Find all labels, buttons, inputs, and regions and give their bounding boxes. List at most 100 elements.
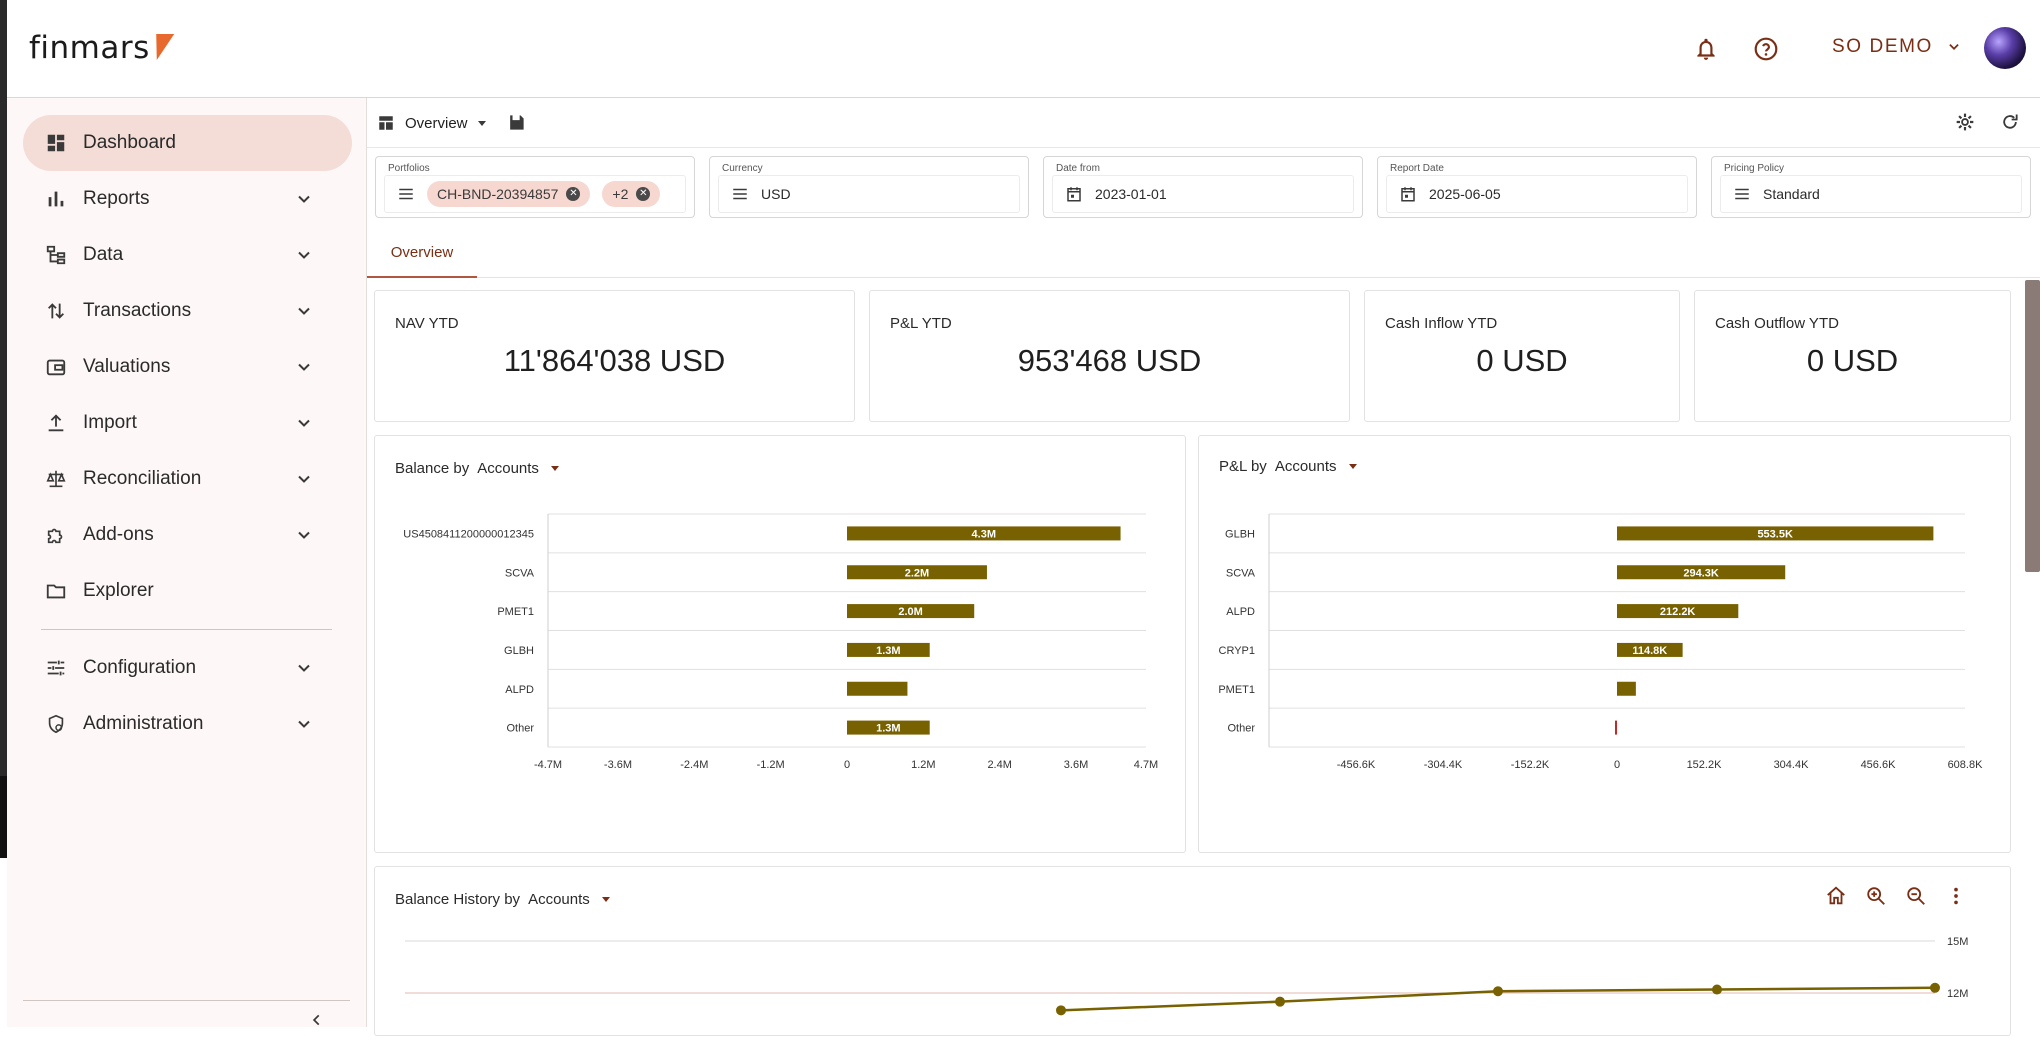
window-edge xyxy=(0,0,7,858)
pricing-policy-value: Standard xyxy=(1763,186,1820,202)
sidebar-item-explorer[interactable]: Explorer xyxy=(23,563,352,619)
help-icon[interactable] xyxy=(1753,36,1779,62)
data-label: 2.2M xyxy=(905,567,929,579)
sidebar-item-transactions[interactable]: Transactions xyxy=(23,283,352,339)
currency-field[interactable]: USD xyxy=(718,175,1020,213)
menu-icon[interactable] xyxy=(1733,185,1751,203)
x-tick-label: -456.6K xyxy=(1337,759,1376,771)
sidebar-item-label: Reconciliation xyxy=(83,468,202,489)
x-tick-label: -304.4K xyxy=(1424,759,1463,771)
date-from-field[interactable]: 2023-01-01 xyxy=(1052,175,1354,213)
layout-selector[interactable]: Overview xyxy=(377,114,486,132)
upload-icon xyxy=(48,414,64,432)
data-label: 212.2K xyxy=(1660,606,1696,618)
kpi-label: Cash Inflow YTD xyxy=(1385,315,1498,332)
user-menu-button[interactable]: SO DEMO xyxy=(1832,36,1961,58)
x-tick-label: 608.8K xyxy=(1948,759,1984,771)
category-label: ALPD xyxy=(505,684,534,696)
close-icon[interactable]: ✕ xyxy=(566,187,581,201)
report-date-filter[interactable]: Report Date 2025-06-05 xyxy=(1377,156,1697,218)
currency-label: Currency xyxy=(722,163,763,174)
pricing-policy-field[interactable]: Standard xyxy=(1720,175,2022,213)
data-point xyxy=(1056,1005,1066,1016)
caret-down-icon xyxy=(477,120,486,126)
x-tick-label: 456.6K xyxy=(1861,759,1897,771)
sidebar-item-label: Add-ons xyxy=(83,524,154,545)
data-label: 294.3K xyxy=(1683,567,1719,579)
data-label: 1.3M xyxy=(876,645,900,657)
pricing-policy-label: Pricing Policy xyxy=(1724,163,1785,174)
y-tick-label: 12M xyxy=(1947,988,1968,1000)
more-portfolios-chip[interactable]: +2 ✕ xyxy=(602,181,661,207)
currency-value: USD xyxy=(761,186,791,202)
kpi-label: Cash Outflow YTD xyxy=(1715,315,1839,332)
balance-history-line-chart: 15M 12M xyxy=(405,936,1968,1016)
data-label: 114.8K xyxy=(1632,645,1667,657)
kpi-label: NAV YTD xyxy=(395,315,459,332)
report-date-field[interactable]: 2025-06-05 xyxy=(1386,175,1688,213)
top-bar: finmars SO DEMO xyxy=(7,0,2040,98)
bell-icon[interactable] xyxy=(1693,36,1719,62)
dashboard-toolbar: Overview xyxy=(367,98,2040,148)
data-label: 4.3M xyxy=(972,528,996,540)
layout-icon xyxy=(379,116,393,130)
puzzle-icon xyxy=(47,528,63,544)
collapse-sidebar-icon[interactable] xyxy=(310,1013,324,1027)
avatar[interactable] xyxy=(1984,27,2026,69)
portfolios-filter[interactable]: Portfolios CH-BND-20394857 ✕ +2 ✕ xyxy=(375,156,695,218)
x-tick-label: -3.6M xyxy=(604,759,632,771)
menu-icon[interactable] xyxy=(397,185,415,203)
close-icon[interactable]: ✕ xyxy=(636,187,651,201)
x-tick-label: 2.4M xyxy=(987,759,1011,771)
data-tree-icon xyxy=(46,245,66,265)
chevron-down-icon xyxy=(298,307,310,315)
x-tick-label: 152.2K xyxy=(1687,759,1723,771)
currency-filter[interactable]: Currency USD xyxy=(709,156,1029,218)
app-logo[interactable]: finmars xyxy=(29,30,150,66)
data-label: 553.5K xyxy=(1757,528,1793,540)
x-tick-label: -4.7M xyxy=(534,759,562,771)
sidebar-item-import[interactable]: Import xyxy=(23,395,352,451)
date-from-label: Date from xyxy=(1056,163,1100,174)
sidebar-item-data[interactable]: Data xyxy=(23,227,352,283)
x-tick-label: 0 xyxy=(1614,759,1620,771)
sidebar-item-configuration[interactable]: Configuration xyxy=(23,640,352,696)
sidebar-item-label: Reports xyxy=(83,188,150,209)
sidebar-item-add-ons[interactable]: Add-ons xyxy=(23,507,352,563)
tab-overview[interactable]: Overview xyxy=(367,228,477,278)
portfolio-chip[interactable]: CH-BND-20394857 ✕ xyxy=(427,181,591,207)
sidebar-item-administration[interactable]: Administration xyxy=(23,696,352,752)
category-label: US4508411200000012345 xyxy=(403,528,534,540)
date-from-filter[interactable]: Date from 2023-01-01 xyxy=(1043,156,1363,218)
save-icon[interactable] xyxy=(507,113,526,132)
sidebar-item-reports[interactable]: Reports xyxy=(23,171,352,227)
kpi-label: P&L YTD xyxy=(890,315,952,332)
sidebar-item-valuations[interactable]: Valuations xyxy=(23,339,352,395)
gear-icon[interactable] xyxy=(1955,112,1975,132)
calendar-icon[interactable] xyxy=(1399,185,1417,203)
calendar-icon[interactable] xyxy=(1065,185,1083,203)
x-tick-label: 0 xyxy=(844,759,850,771)
sidebar-divider xyxy=(41,629,332,630)
balance-bar-chart: US4508411200000012345 4.3M SCVA 2.2M PMET1 2.… xyxy=(403,513,1158,771)
portfolio-chip-label: CH-BND-20394857 xyxy=(437,186,559,202)
portfolios-field[interactable]: CH-BND-20394857 ✕ +2 ✕ xyxy=(384,175,686,213)
scrollbar[interactable] xyxy=(2025,280,2040,572)
x-tick-label: 304.4K xyxy=(1774,759,1810,771)
kpi-card-cash-outflow: Cash Outflow YTD 0 USD xyxy=(1694,290,2011,422)
menu-icon[interactable] xyxy=(731,185,749,203)
category-label: SCVA xyxy=(1226,567,1256,579)
x-tick-label: 1.2M xyxy=(911,759,935,771)
balance-chart-panel: Balance by Accounts US450841120000001234… xyxy=(374,435,1186,853)
chevron-down-icon xyxy=(298,419,310,427)
chevron-down-icon xyxy=(298,475,310,483)
bar xyxy=(1617,681,1636,696)
sidebar-item-dashboard[interactable]: Dashboard xyxy=(23,115,352,171)
pricing-policy-filter[interactable]: Pricing Policy Standard xyxy=(1711,156,2031,218)
data-label: 1.3M xyxy=(876,723,900,735)
sidebar-item-label: Import xyxy=(83,412,137,433)
refresh-icon[interactable] xyxy=(2000,112,2020,132)
sidebar-item-reconciliation[interactable]: Reconciliation xyxy=(23,451,352,507)
layout-label: Overview xyxy=(405,114,468,132)
kpi-card-nav: NAV YTD 11'864'038 USD xyxy=(374,290,855,422)
